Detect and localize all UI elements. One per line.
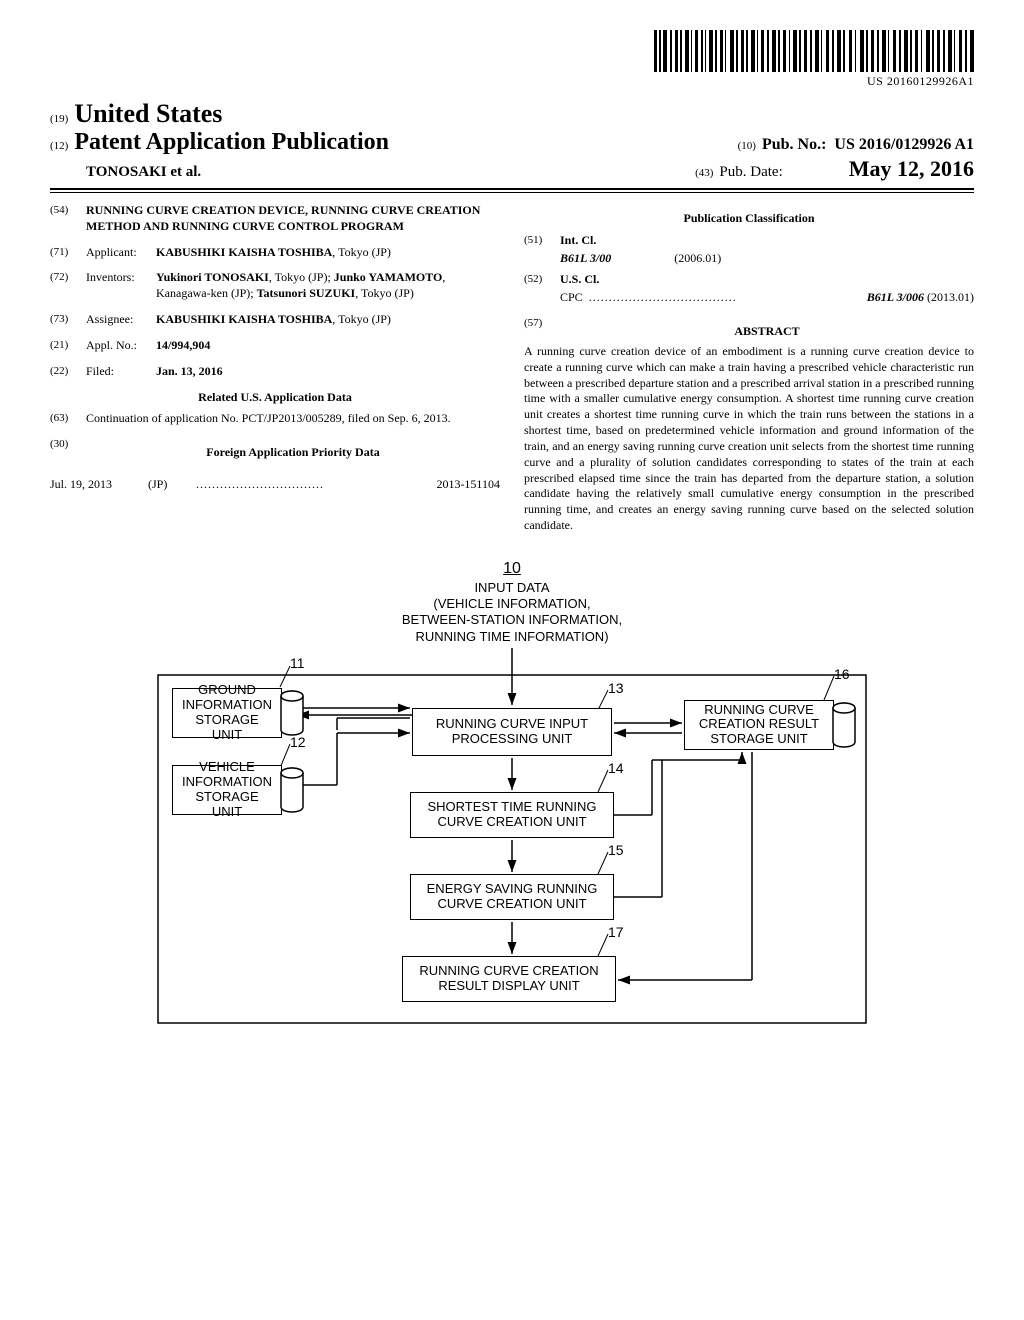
- pubdate-label: Pub. Date:: [719, 164, 782, 181]
- box-input-processing: RUNNING CURVE INPUT PROCESSING UNIT: [412, 708, 612, 756]
- ref-12: 12: [290, 734, 306, 750]
- code-10: (10): [738, 140, 756, 152]
- applno-value: 14/994,904: [156, 338, 210, 352]
- code-51: (51): [524, 233, 560, 249]
- assignee-label: Assignee:: [86, 312, 156, 328]
- continuation-text: Continuation of application No. PCT/JP20…: [86, 411, 500, 427]
- cpc-dots: .....................................: [589, 290, 861, 306]
- related-data-heading: Related U.S. Application Data: [50, 390, 500, 406]
- intcl-version: (2006.01): [614, 251, 721, 265]
- header-rule-thin: [50, 192, 974, 193]
- right-column: Publication Classification (51) Int. Cl.…: [524, 203, 974, 534]
- assignee-name: KABUSHIKI KAISHA TOSHIBA: [156, 312, 332, 326]
- abstract-heading: ABSTRACT: [560, 324, 974, 340]
- authors-line: TONOSAKI et al.: [86, 164, 201, 180]
- code-57: (57): [524, 316, 560, 344]
- intcl-label: Int. Cl.: [560, 233, 596, 247]
- pubno-value: US 2016/0129926 A1: [834, 136, 974, 153]
- inventor-1-loc: , Tokyo (JP);: [269, 270, 334, 284]
- code-19: (19): [50, 113, 68, 125]
- applicant-name: KABUSHIKI KAISHA TOSHIBA: [156, 245, 332, 259]
- barcode-row: [50, 30, 974, 72]
- applicant-loc: , Tokyo (JP): [332, 245, 391, 259]
- ref-16: 16: [834, 666, 850, 682]
- code-73: (73): [50, 312, 86, 328]
- cpc-value: B61L 3/006: [867, 290, 924, 304]
- code-54: (54): [50, 203, 86, 235]
- assignee-loc: , Tokyo (JP): [332, 312, 391, 326]
- header-rule-thick: [50, 188, 974, 190]
- code-52: (52): [524, 272, 560, 288]
- pubdate-value: May 12, 2016: [789, 156, 974, 182]
- priority-country: (JP): [148, 477, 188, 493]
- abstract-text: A running curve creation device of an em…: [524, 344, 974, 534]
- inventor-2-name: Junko YAMAMOTO: [334, 270, 443, 284]
- filed-label: Filed:: [86, 364, 156, 380]
- ref-15: 15: [608, 842, 624, 858]
- inventor-3-loc: , Tokyo (JP): [355, 286, 414, 300]
- inventor-3-name: Tatsunori SUZUKI: [257, 286, 356, 300]
- uscl-label: U.S. Cl.: [560, 272, 599, 286]
- box-shortest-time-curve: SHORTEST TIME RUNNING CURVE CREATION UNI…: [410, 792, 614, 838]
- pub-classification-heading: Publication Classification: [524, 211, 974, 227]
- pubno-label: Pub. No.:: [762, 136, 826, 153]
- country-name: United States: [74, 99, 222, 129]
- figure-diagram: 10 INPUT DATA (VEHICLE INFORMATION, BETW…: [152, 560, 872, 1040]
- applicant-label: Applicant:: [86, 245, 156, 261]
- ref-13: 13: [608, 680, 624, 696]
- box-result-display: RUNNING CURVE CREATION RESULT DISPLAY UN…: [402, 956, 616, 1002]
- publication-type: Patent Application Publication: [74, 129, 389, 156]
- box-vehicle-info-storage: VEHICLE INFORMATION STORAGE UNIT: [172, 765, 282, 815]
- intcl-symbol: B61L 3/00: [560, 251, 611, 265]
- box-energy-saving-curve: ENERGY SAVING RUNNING CURVE CREATION UNI…: [410, 874, 614, 920]
- cylinder-icon-16: [832, 702, 856, 748]
- code-21: (21): [50, 338, 86, 354]
- left-column: (54) RUNNING CURVE CREATION DEVICE, RUNN…: [50, 203, 500, 534]
- bibliographic-columns: (54) RUNNING CURVE CREATION DEVICE, RUNN…: [50, 203, 974, 534]
- box-result-storage: RUNNING CURVE CREATION RESULT STORAGE UN…: [684, 700, 834, 750]
- code-30: (30): [50, 437, 86, 467]
- ref-11: 11: [290, 655, 305, 671]
- priority-date: Jul. 19, 2013: [50, 477, 140, 493]
- code-71: (71): [50, 245, 86, 261]
- code-63: (63): [50, 411, 86, 427]
- foreign-priority-heading: Foreign Application Priority Data: [86, 445, 500, 461]
- applno-label: Appl. No.:: [86, 338, 156, 354]
- publication-header: (19) United States (12) Patent Applicati…: [50, 99, 974, 182]
- priority-number: 2013-151104: [436, 477, 500, 493]
- inventor-1-name: Yukinori TONOSAKI: [156, 270, 269, 284]
- code-72: (72): [50, 270, 86, 302]
- box-ground-info-storage: GROUND INFORMATION STORAGE UNIT: [172, 688, 282, 738]
- barcode-number: US 20160129926A1: [50, 74, 974, 89]
- code-43: (43): [695, 167, 713, 179]
- priority-dots: ................................: [196, 477, 428, 493]
- invention-title: RUNNING CURVE CREATION DEVICE, RUNNING C…: [86, 203, 500, 235]
- code-22: (22): [50, 364, 86, 380]
- filed-value: Jan. 13, 2016: [156, 364, 223, 378]
- barcode-image: [654, 30, 974, 72]
- cylinder-icon-12: [280, 767, 304, 813]
- ref-17: 17: [608, 924, 624, 940]
- cpc-label: CPC: [560, 290, 583, 306]
- ref-14: 14: [608, 760, 624, 776]
- cpc-version: (2013.01): [924, 290, 974, 304]
- inventors-label: Inventors:: [86, 270, 156, 302]
- code-12: (12): [50, 140, 68, 152]
- cylinder-icon-11: [280, 690, 304, 736]
